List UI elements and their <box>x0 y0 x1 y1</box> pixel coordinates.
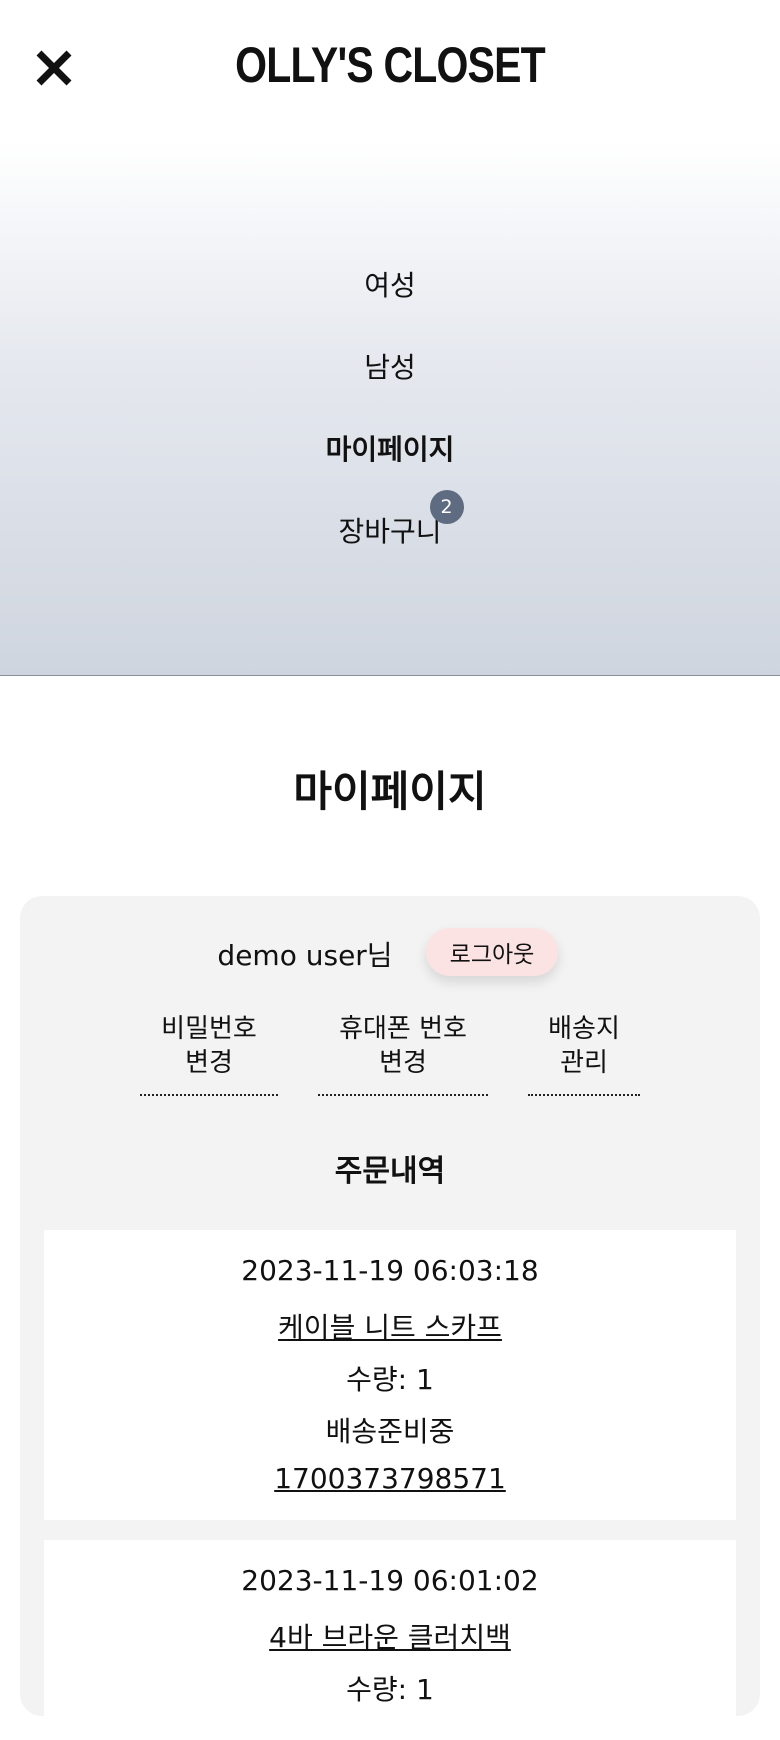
order-item: 2023-11-19 06:01:02 4바 브라운 클러치백 수량: 1 <box>44 1540 736 1740</box>
order-product-link[interactable]: 4바 브라운 클러치백 <box>269 1621 511 1654</box>
manage-address-link[interactable]: 배송지 관리 <box>528 1012 640 1096</box>
logout-button[interactable]: 로그아웃 <box>426 928 558 976</box>
order-status: 배송준비중 <box>325 1415 455 1448</box>
change-password-link[interactable]: 비밀번호 변경 <box>140 1012 278 1096</box>
menu-item-women[interactable]: 여성 <box>0 264 780 304</box>
menu-item-men[interactable]: 남성 <box>0 346 780 386</box>
order-date: 2023-11-19 06:01:02 <box>241 1564 539 1597</box>
manage-address-label-1: 배송지 <box>548 1014 620 1044</box>
order-product-link[interactable]: 케이블 니트 스카프 <box>278 1311 502 1344</box>
order-quantity: 수량: 1 <box>346 1673 434 1706</box>
menu-item-cart-label: 장바구니 <box>338 515 442 548</box>
order-item: 2023-11-19 06:03:18 케이블 니트 스카프 수량: 1 배송준… <box>44 1230 736 1520</box>
change-phone-link[interactable]: 휴대폰 번호 변경 <box>318 1012 488 1096</box>
menu-item-cart[interactable]: 장바구니 2 <box>0 490 780 550</box>
page-title: 마이페이지 <box>293 767 487 816</box>
change-phone-label-2: 변경 <box>379 1048 427 1078</box>
brand-logo[interactable]: OLLY'S CLOSET <box>70 36 710 94</box>
change-password-label-1: 비밀번호 <box>161 1014 257 1044</box>
order-number-link[interactable]: 1700373798571 <box>274 1462 506 1495</box>
change-phone-label-1: 휴대폰 번호 <box>339 1014 467 1044</box>
order-quantity: 수량: 1 <box>346 1363 434 1396</box>
nav-menu-panel: 여성 남성 마이페이지 장바구니 2 <box>0 140 780 676</box>
change-password-label-2: 변경 <box>185 1048 233 1078</box>
menu-item-mypage[interactable]: 마이페이지 <box>0 428 780 468</box>
order-date: 2023-11-19 06:03:18 <box>241 1254 539 1287</box>
manage-address-label-2: 관리 <box>560 1048 608 1078</box>
cart-count-badge: 2 <box>429 490 464 524</box>
order-history-title: 주문내역 <box>334 1154 446 1189</box>
header: OLLY'S CLOSET <box>0 0 780 140</box>
